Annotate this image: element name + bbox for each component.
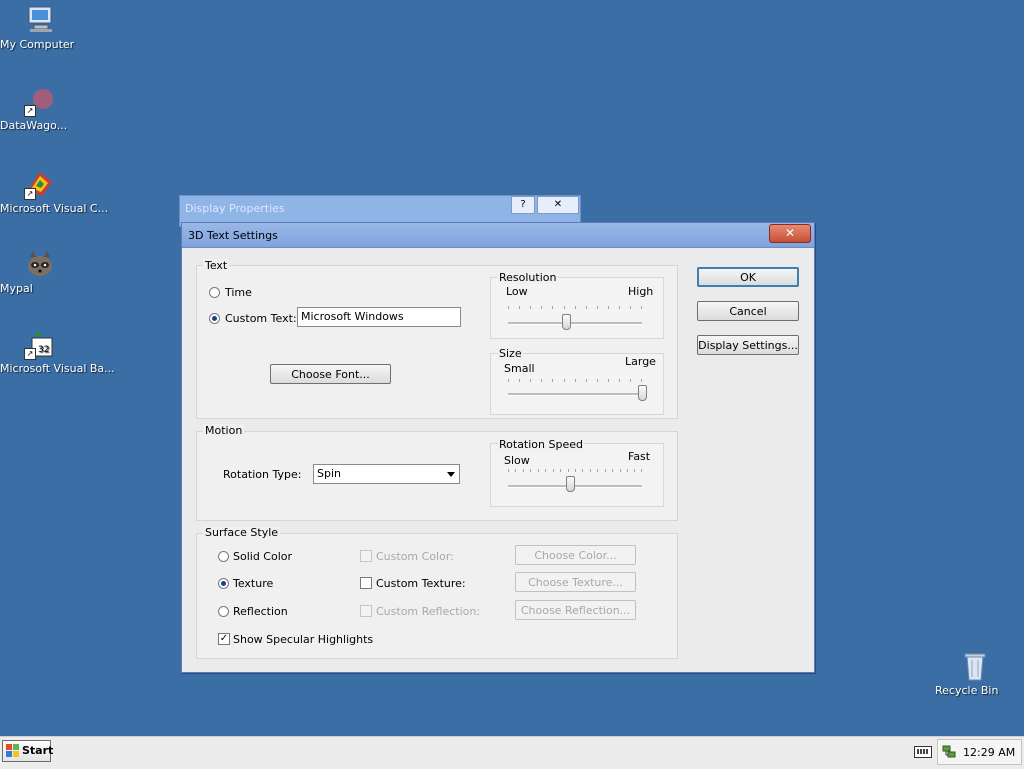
rotation-speed-title: Rotation Speed — [498, 438, 584, 451]
shortcut-arrow-icon: ↗ — [24, 105, 36, 117]
custom-texture-checkbox[interactable] — [360, 577, 372, 589]
window-title: Display Properties — [185, 202, 285, 215]
raccoon-icon — [24, 248, 56, 280]
desktop-icon-my-computer[interactable]: My Computer — [0, 4, 80, 51]
rotation-type-label: Rotation Type: — [223, 468, 302, 481]
time-radio[interactable] — [209, 287, 220, 298]
solid-color-label: Solid Color — [233, 550, 293, 563]
rotation-speed-slow-label: Slow — [504, 454, 530, 467]
resolution-track — [508, 322, 642, 325]
resolution-slider[interactable] — [562, 314, 572, 330]
size-slider[interactable] — [637, 385, 647, 401]
resolution-title: Resolution — [498, 271, 558, 284]
computer-icon — [24, 4, 56, 36]
desktop-icon-visual-basic[interactable]: 32 ↗ Microsoft Visual Ba... — [0, 328, 115, 375]
desktop-icon-visual-c[interactable]: ↗ Microsoft Visual C... — [0, 168, 108, 215]
custom-color-checkbox[interactable] — [360, 550, 372, 562]
motion-group-title: Motion — [203, 424, 245, 437]
desktop-icon-mypal[interactable]: Mypal — [0, 248, 80, 295]
shortcut-arrow-icon: ↗ — [24, 348, 36, 360]
custom-reflection-checkbox[interactable] — [360, 605, 372, 617]
start-label: Start — [22, 744, 54, 757]
size-title: Size — [498, 347, 523, 360]
desktop-icon-label: Microsoft Visual C... — [0, 202, 109, 215]
close-button[interactable]: ✕ — [769, 224, 811, 243]
rotation-speed-ticks — [508, 469, 642, 473]
desktop-icon-label: DataWago... — [0, 119, 68, 132]
texture-radio[interactable] — [218, 578, 229, 589]
3d-text-settings-dialog: 3D Text Settings ✕ Text Time Custom Text… — [181, 222, 815, 673]
size-ticks — [508, 379, 642, 383]
visual-basic-icon: 32 ↗ — [24, 328, 56, 360]
start-button[interactable]: Start — [2, 740, 54, 762]
cancel-button[interactable]: Cancel — [697, 301, 799, 321]
reflection-radio[interactable] — [218, 606, 229, 617]
size-large-label: Large — [625, 355, 656, 368]
desktop-icon-label: Mypal — [0, 282, 33, 295]
network-icon[interactable] — [942, 745, 956, 759]
rotation-speed-fast-label: Fast — [628, 450, 651, 463]
text-group-title: Text — [203, 259, 230, 272]
resolution-low-label: Low — [506, 285, 528, 298]
datawagon-icon: ↗ — [24, 85, 56, 117]
custom-text-input[interactable]: Microsoft Windows — [297, 307, 461, 327]
rotation-speed-slider[interactable] — [566, 476, 576, 492]
dropdown-arrow-icon — [447, 472, 455, 477]
close-button[interactable]: ✕ — [537, 196, 579, 214]
choose-font-button[interactable]: Choose Font... — [270, 364, 391, 384]
help-button[interactable]: ? — [511, 196, 535, 214]
desktop-icon-label: Recycle Bin — [935, 684, 999, 697]
recycle-bin-icon — [959, 650, 991, 682]
desktop-icon-label: Microsoft Visual Ba... — [0, 362, 115, 375]
desktop-icon-recycle-bin[interactable]: Recycle Bin — [935, 650, 1015, 697]
desktop-icon-label: My Computer — [0, 38, 75, 51]
svg-text:32: 32 — [38, 345, 49, 355]
custom-color-label: Custom Color: — [376, 550, 454, 563]
title-bar[interactable]: 3D Text Settings ✕ — [182, 223, 814, 248]
custom-text-label: Custom Text: — [225, 312, 297, 325]
size-track — [508, 393, 642, 396]
custom-reflection-label: Custom Reflection: — [376, 605, 481, 618]
resolution-ticks — [508, 306, 642, 310]
taskbar: Start 12:29 AM — [0, 736, 1024, 769]
specular-highlights-label: Show Specular Highlights — [233, 633, 374, 646]
specular-highlights-checkbox[interactable]: ✓ — [218, 633, 230, 645]
visual-cpp-icon: ↗ — [24, 168, 56, 200]
rotation-type-value: Spin — [317, 467, 341, 480]
texture-label: Texture — [233, 577, 274, 590]
custom-texture-label: Custom Texture: — [376, 577, 466, 590]
keyboard-icon[interactable] — [914, 746, 932, 758]
choose-reflection-button[interactable]: Choose Reflection... — [515, 600, 636, 620]
display-settings-button[interactable]: Display Settings... — [697, 335, 799, 355]
custom-text-radio[interactable] — [209, 313, 220, 324]
desktop-icon-datawagon[interactable]: ↗ DataWago... — [0, 85, 80, 132]
size-small-label: Small — [504, 362, 535, 375]
time-label: Time — [225, 286, 252, 299]
clock[interactable]: 12:29 AM — [963, 746, 1015, 759]
check-mark-icon: ✓ — [219, 633, 229, 644]
shortcut-arrow-icon: ↗ — [24, 188, 36, 200]
windows-logo-icon — [6, 744, 19, 757]
solid-color-radio[interactable] — [218, 551, 229, 562]
choose-texture-button[interactable]: Choose Texture... — [515, 572, 636, 592]
choose-color-button[interactable]: Choose Color... — [515, 545, 636, 565]
ok-button[interactable]: OK — [697, 267, 799, 287]
dialog-title: 3D Text Settings — [188, 229, 278, 242]
rotation-type-dropdown[interactable]: Spin — [313, 464, 460, 484]
reflection-label: Reflection — [233, 605, 288, 618]
resolution-high-label: High — [628, 285, 654, 298]
system-tray: 12:29 AM — [937, 739, 1022, 765]
surface-style-group-title: Surface Style — [203, 526, 281, 539]
